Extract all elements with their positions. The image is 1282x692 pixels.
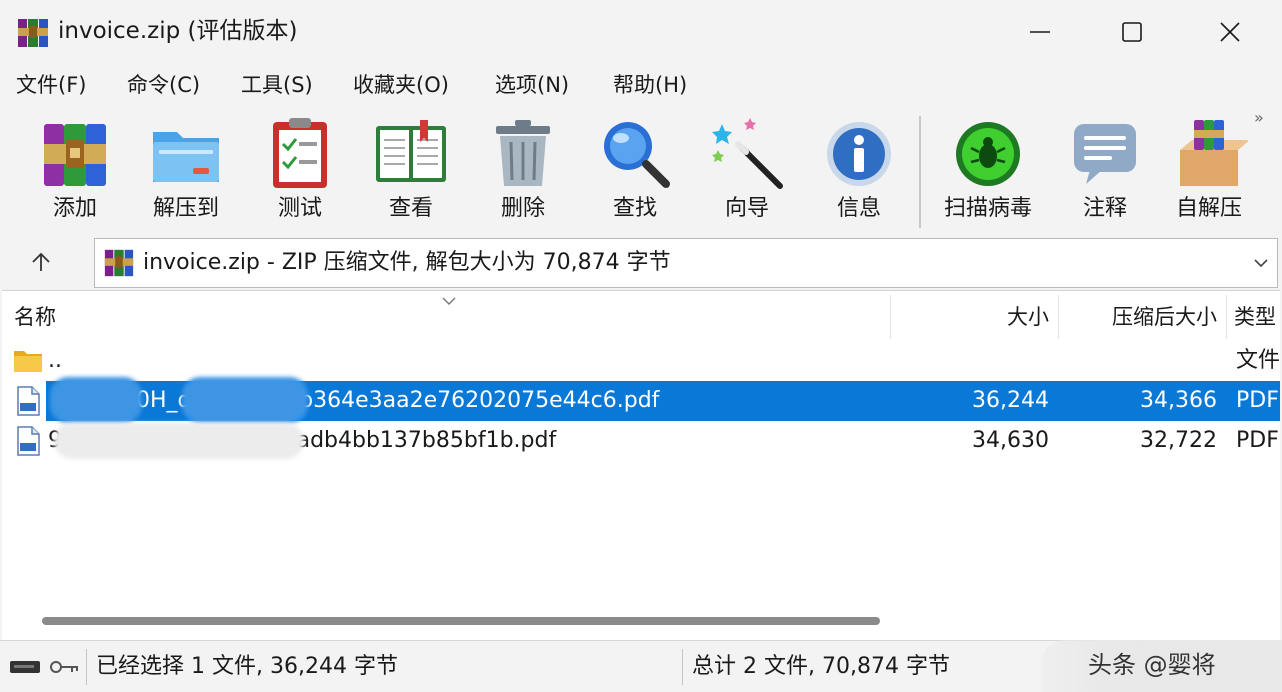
view-label: 查看: [388, 196, 433, 221]
sfx-box-icon: [1180, 120, 1248, 186]
test-button[interactable]: 测试: [245, 106, 355, 234]
maximize-button[interactable]: [1084, 0, 1180, 64]
info-button[interactable]: 信息: [804, 106, 914, 234]
column-header: 名称 大小 压缩后大小 类型: [2, 291, 1280, 343]
pdf-file-icon: [17, 386, 40, 416]
file-name: ..: [48, 348, 62, 373]
view-button[interactable]: 查看: [356, 106, 466, 234]
virus-scan-button[interactable]: 扫描病毒: [933, 106, 1043, 234]
status-divider: [682, 649, 683, 685]
extract-to-button[interactable]: 解压到: [131, 106, 241, 234]
trash-can-icon: [496, 120, 550, 186]
file-size: 34,630: [972, 428, 1049, 453]
chevron-down-icon[interactable]: [1251, 253, 1271, 273]
redaction-blur: [50, 377, 142, 423]
column-type[interactable]: 类型: [1234, 291, 1280, 343]
wizard-wand-icon: [712, 118, 783, 189]
menu-help[interactable]: 帮助(H): [613, 70, 687, 100]
column-size[interactable]: 大小: [891, 291, 1049, 343]
arrow-up-icon: [32, 252, 50, 271]
watermark-text: 头条 @婴将: [1088, 651, 1216, 679]
find-label: 查找: [612, 196, 657, 221]
up-button[interactable]: [20, 244, 62, 280]
file-type: PDF: [1236, 428, 1279, 453]
folder-icon: [14, 351, 42, 372]
sort-indicator-icon: [442, 297, 456, 305]
redaction-blur: [182, 377, 308, 423]
menu-commands[interactable]: 命令(C): [127, 70, 200, 100]
menu-bar: 文件(F) 命令(C) 工具(S) 收藏夹(O) 选项(N) 帮助(H): [0, 64, 1282, 106]
extract-folder-icon: [153, 132, 219, 182]
horizontal-scrollbar-thumb[interactable]: [42, 617, 880, 625]
address-text: invoice.zip - ZIP 压缩文件, 解包大小为 70,874 字节: [143, 250, 671, 275]
add-button[interactable]: 添加: [20, 106, 130, 234]
wizard-label: 向导: [724, 196, 769, 221]
sfx-button[interactable]: 自解压: [1154, 106, 1264, 234]
delete-label: 删除: [500, 196, 545, 221]
list-item-pdf[interactable]: 9A_af24b616fe84419cadb4bb137b85bf1b.pdf …: [2, 421, 1280, 461]
close-icon: [1220, 22, 1240, 42]
file-type: PDF: [1236, 388, 1279, 413]
list-item-pdf-selected[interactable]: 00H_dc5c942edb364e3aa2e76202075e44c6.pdf…: [2, 377, 1280, 423]
winrar-app-icon: [18, 19, 48, 47]
pdf-file-icon: [17, 426, 40, 456]
title-bar: invoice.zip (评估版本): [0, 0, 1282, 64]
toolbar-more-button[interactable]: »: [1254, 108, 1264, 127]
list-item-parent-folder[interactable]: .. 文件: [2, 341, 1280, 381]
column-name[interactable]: 名称: [14, 291, 314, 343]
add-label: 添加: [52, 196, 97, 221]
info-label: 信息: [836, 196, 881, 221]
status-selection: 已经选择 1 文件, 36,244 字节: [96, 654, 398, 679]
maximize-icon: [1122, 22, 1142, 42]
file-size: 36,244: [972, 388, 1049, 413]
info-icon: [827, 122, 891, 186]
menu-file[interactable]: 文件(F): [16, 70, 86, 100]
status-divider: [86, 649, 87, 685]
find-button[interactable]: 查找: [580, 106, 690, 234]
toolbar: 添加 解压到 测试 查看 删除 查找 向导 信息 扫描病毒 注释 自解压 »: [0, 106, 1282, 234]
delete-button[interactable]: 删除: [468, 106, 578, 234]
status-total: 总计 2 文件, 70,874 字节: [692, 654, 950, 679]
column-packed-size[interactable]: 压缩后大小: [1059, 291, 1217, 343]
window-title: invoice.zip (评估版本): [58, 18, 298, 44]
column-divider[interactable]: [1226, 295, 1227, 339]
file-packed-size: 32,722: [1140, 428, 1217, 453]
file-type: 文件: [1236, 348, 1280, 373]
sfx-label: 自解压: [1175, 196, 1242, 221]
wizard-button[interactable]: 向导: [692, 106, 802, 234]
minimize-icon: [1030, 31, 1050, 33]
menu-favorites[interactable]: 收藏夹(O): [353, 70, 449, 100]
test-label: 测试: [277, 196, 322, 221]
drive-key-icon: [10, 661, 78, 673]
menu-tools[interactable]: 工具(S): [241, 70, 313, 100]
test-clipboard-icon: [273, 118, 327, 188]
address-bar[interactable]: invoice.zip - ZIP 压缩文件, 解包大小为 70,874 字节: [94, 238, 1278, 288]
address-row: invoice.zip - ZIP 压缩文件, 解包大小为 70,874 字节: [0, 234, 1282, 290]
comment-button[interactable]: 注释: [1050, 106, 1160, 234]
add-archive-icon: [44, 124, 106, 186]
archive-icon: [104, 249, 134, 277]
toolbar-separator: [919, 116, 921, 228]
file-packed-size: 34,366: [1140, 388, 1217, 413]
minimize-button[interactable]: [992, 0, 1088, 64]
menu-options[interactable]: 选项(N): [495, 70, 569, 100]
close-button[interactable]: [1182, 0, 1278, 64]
magnifier-icon: [604, 122, 670, 188]
comment-label: 注释: [1082, 196, 1127, 221]
redaction-blur: [54, 423, 304, 459]
file-list[interactable]: 名称 大小 压缩后大小 类型 .. 文件 00H_dc5c942edb364e3…: [2, 290, 1280, 640]
virus-scan-label: 扫描病毒: [943, 196, 1032, 221]
extract-to-label: 解压到: [152, 196, 219, 221]
virus-scan-icon: [956, 122, 1020, 186]
comment-icon: [1074, 124, 1136, 184]
view-book-icon: [376, 120, 446, 182]
